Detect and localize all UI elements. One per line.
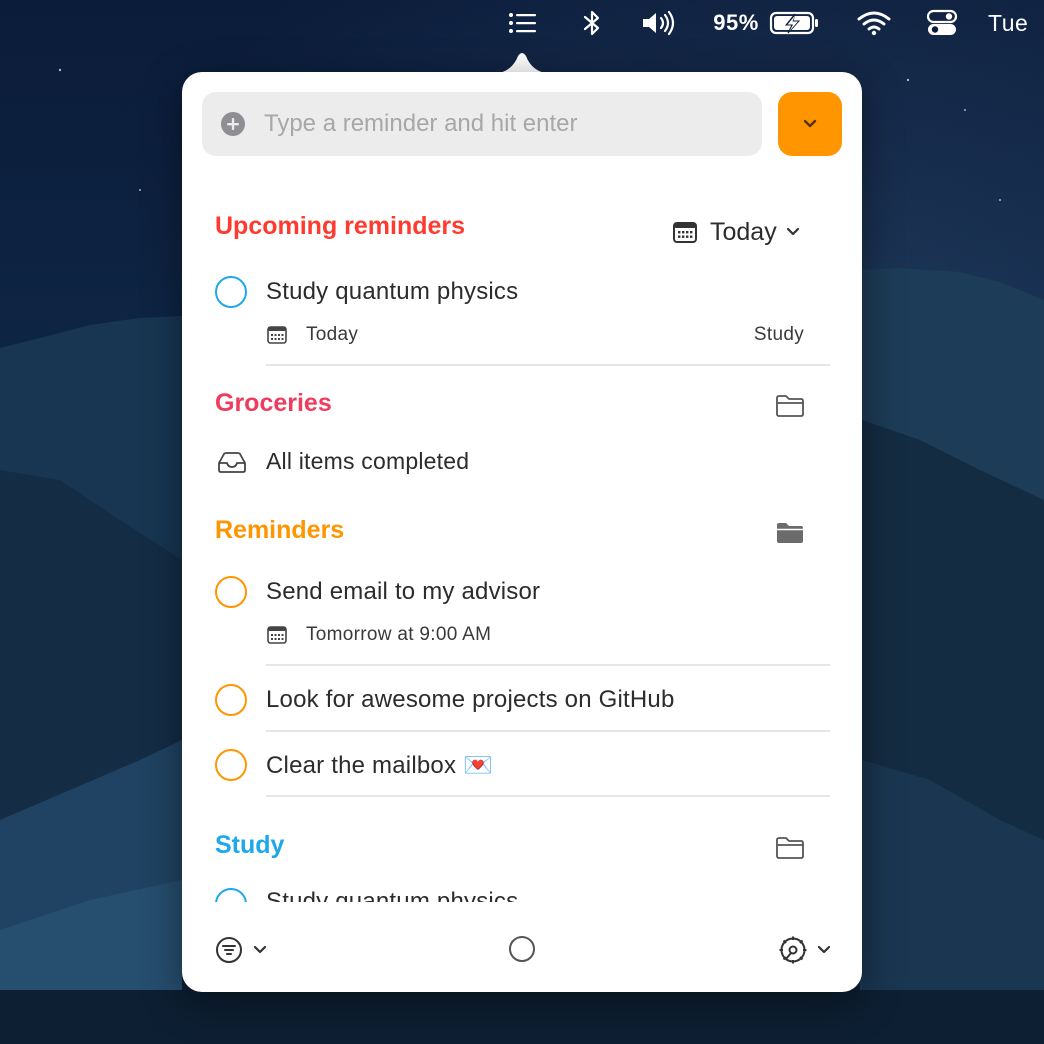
- upcoming-section-title: Upcoming reminders: [215, 212, 466, 240]
- reminder-title: Study quantum physics: [266, 888, 519, 902]
- wifi-icon[interactable]: [856, 0, 892, 46]
- reminder-checkbox[interactable]: [215, 276, 247, 308]
- popover-footer: [182, 912, 862, 992]
- tray-icon: [218, 452, 246, 473]
- battery-charging-icon[interactable]: [768, 0, 822, 46]
- divider: [266, 795, 830, 797]
- reminder-title: Clear the mailbox 💌: [266, 752, 494, 779]
- reminders-section-title: Reminders: [215, 516, 345, 544]
- reminder-checkbox[interactable]: [215, 749, 247, 781]
- reminder-checkbox[interactable]: [215, 684, 247, 716]
- divider: [266, 664, 830, 666]
- reminder-checkbox[interactable]: [215, 576, 247, 608]
- chevron-down-icon: [253, 945, 267, 954]
- reminders-scroll-area[interactable]: Upcoming reminders Today Study quantum p…: [182, 182, 862, 902]
- reminder-list-name: Study: [753, 324, 804, 345]
- control-center-icon[interactable]: [924, 0, 960, 46]
- clock-text: Tue: [988, 9, 1029, 36]
- chevron-down-icon: [803, 119, 817, 128]
- battery-percent-text: 95%: [713, 10, 759, 35]
- groceries-empty-text: All items completed: [266, 448, 470, 474]
- battery-percent: 95%: [708, 0, 764, 46]
- plus-circle-icon: [221, 112, 245, 136]
- list-icon[interactable]: [504, 0, 540, 46]
- reminder-checkbox[interactable]: [215, 888, 247, 902]
- date-filter-dropdown[interactable]: Today: [672, 216, 801, 248]
- folder-icon[interactable]: [775, 836, 805, 860]
- chevron-down-icon: [817, 945, 831, 954]
- reminder-title: Look for awesome projects on GitHub: [266, 686, 675, 713]
- reminder-date: Today: [306, 324, 359, 345]
- folder-filled-icon[interactable]: [775, 521, 805, 545]
- calendar-icon: [673, 222, 697, 243]
- calendar-icon: [267, 326, 287, 344]
- menu-bar: 95% Tue: [0, 0, 1044, 46]
- calendar-icon: [267, 626, 287, 644]
- divider: [266, 364, 830, 366]
- reminders-popover: Upcoming reminders Today Study quantum p…: [182, 72, 862, 992]
- filter-menu-button[interactable]: [214, 934, 268, 966]
- gear-icon: [779, 936, 807, 964]
- circle-icon[interactable]: [508, 935, 536, 963]
- groceries-section-title: Groceries: [215, 389, 332, 417]
- date-filter-label: Today: [710, 217, 777, 246]
- popover-arrow: [494, 53, 550, 74]
- clock[interactable]: Tue: [988, 0, 1044, 46]
- volume-icon[interactable]: [638, 0, 680, 46]
- settings-menu-button[interactable]: [778, 934, 832, 966]
- reminder-title: Send email to my advisor: [266, 578, 541, 605]
- filter-icon: [216, 937, 242, 963]
- bluetooth-icon[interactable]: [578, 0, 606, 46]
- chevron-down-icon: [786, 227, 799, 236]
- reminder-input[interactable]: [262, 109, 746, 139]
- divider: [266, 730, 830, 732]
- study-section-title: Study: [215, 831, 285, 859]
- reminder-title: Study quantum physics: [266, 278, 519, 305]
- reminder-input-box[interactable]: [202, 92, 762, 156]
- reminder-date: Tomorrow at 9:00 AM: [306, 624, 492, 645]
- folder-icon[interactable]: [775, 394, 805, 418]
- list-selector-button[interactable]: [778, 92, 842, 156]
